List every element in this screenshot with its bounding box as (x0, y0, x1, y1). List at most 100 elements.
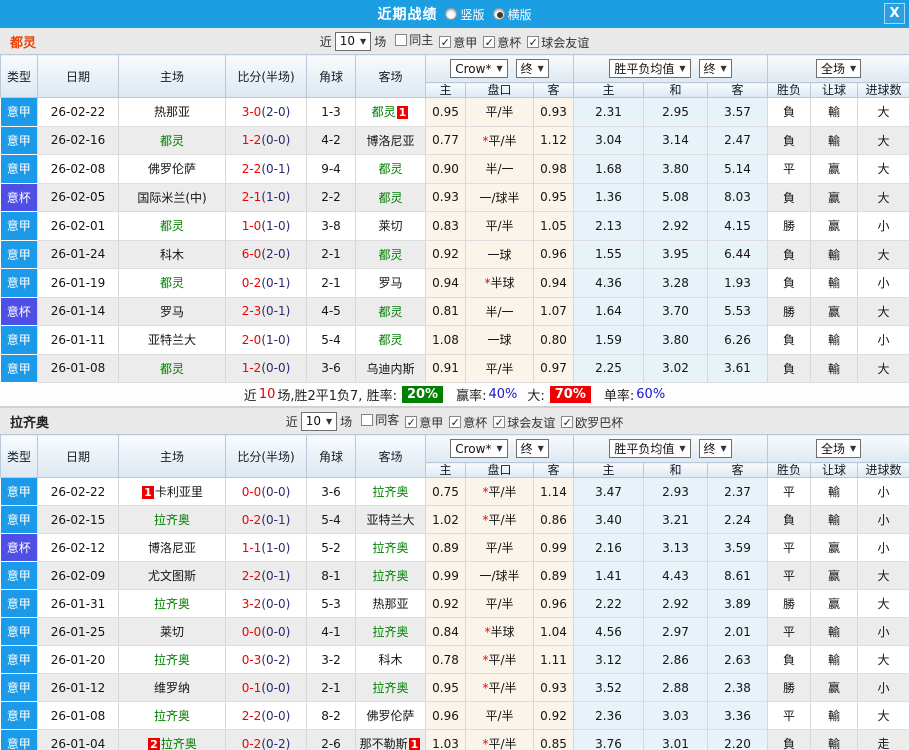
avg-final-select[interactable]: 终 ▼ (698, 439, 732, 458)
team-name-text: 亚特兰大 (147, 333, 196, 348)
date-cell: 26-02-22 (37, 477, 119, 506)
checkbox-unchecked-icon[interactable] (395, 33, 408, 46)
date-cell: 26-02-12 (37, 533, 119, 562)
fulltime-score: 2-0 (241, 332, 262, 347)
checkbox-coppa-italia[interactable]: ✓ 意杯 (483, 34, 521, 51)
checkbox-coppa-italia[interactable]: ✓ 意杯 (449, 414, 487, 431)
handicap-result-cell: 赢 (810, 154, 859, 184)
close-icon: X (889, 6, 900, 21)
checkbox-serie-a[interactable]: ✓ 意甲 (439, 34, 477, 51)
date-cell: 26-01-20 (37, 645, 119, 674)
handicap-text: 平/半 (488, 485, 517, 499)
league-type-cell: 意甲 (0, 354, 38, 383)
score-cell: 2-2(0-0) (225, 701, 307, 730)
goals-result-cell: 小 (857, 268, 909, 298)
handicap-cell: *平/半 (465, 673, 534, 702)
corners-cell: 3-6 (306, 477, 356, 506)
handicap-text: 一球 (487, 333, 512, 348)
fulltime-score: 2-2 (241, 161, 262, 176)
match-row: 意甲 26-01-11 亚特兰大 2-0(1-0) 5-4 都灵 1.08 一球 0.80 1.5… (0, 325, 909, 355)
avg-win-cell: 3.76 (573, 729, 645, 750)
handicap-text: 平/半 (488, 653, 517, 667)
odds-source-select[interactable]: Crow* ▼ (450, 439, 508, 458)
team-name-text: 都灵 (159, 361, 184, 376)
col-result: 胜负 (767, 82, 812, 98)
recent-games-select[interactable]: 10 ▼ (300, 411, 338, 431)
avg-source-select[interactable]: 胜平负均值 ▼ (609, 59, 691, 78)
score-cell: 0-2(0-2) (225, 729, 307, 750)
col-score: 比分(半场) (225, 54, 307, 98)
team-name-text: 热那亚 (372, 597, 409, 611)
odds-final-select[interactable]: 终 ▼ (515, 59, 549, 78)
team-name-text: 尤文图斯 (147, 569, 196, 583)
checkbox-club-friendly[interactable]: ✓ 球会友谊 (493, 414, 555, 431)
handicap-cell: 半/一 (465, 154, 534, 184)
score-cell: 2-2(0-1) (225, 154, 307, 184)
odds-group-header: Crow* ▼ 终 ▼ (424, 434, 575, 463)
avg-final-select[interactable]: 终 ▼ (698, 59, 732, 78)
checkbox-serie-a[interactable]: ✓ 意甲 (405, 414, 443, 431)
chevron-down-icon: ▼ (679, 64, 686, 73)
checkbox-checked-icon[interactable]: ✓ (439, 36, 452, 49)
handicap-cell: 平/半 (465, 97, 534, 127)
team-name-text: 拉齐奥 (153, 653, 190, 667)
home-odds-cell: 0.96 (425, 701, 466, 730)
corners-cell: 4-2 (306, 126, 356, 155)
checkbox-checked-icon[interactable]: ✓ (483, 36, 496, 49)
checkbox-checked-icon[interactable]: ✓ (449, 416, 462, 429)
handicap-result-cell: 赢 (810, 533, 859, 562)
handicap-text: 平/半 (485, 541, 514, 555)
match-row: 意甲 26-02-16 都灵 1-2(0-0) 4-2 博洛尼亚 0.77 *平/半 1.12 3… (0, 126, 909, 155)
checkbox-checked-icon[interactable]: ✓ (527, 36, 540, 49)
match-row: 意甲 26-01-08 都灵 1-2(0-0) 3-6 乌迪内斯 0.91 平/半 0.97 2.… (0, 354, 909, 383)
team-name-torino: 都灵 (10, 35, 37, 51)
team-name-text: 热那亚 (153, 105, 190, 120)
radio-vertical-layout[interactable]: 竖版 (445, 6, 485, 23)
checkbox-same-away[interactable]: 同客 (361, 411, 399, 428)
halftime-score: (0-0) (261, 133, 291, 148)
close-button[interactable]: X (884, 3, 905, 24)
radio-button-icon[interactable] (445, 8, 458, 20)
checkbox-unchecked-icon[interactable] (361, 413, 374, 426)
col-avg-lose: 客 (707, 462, 769, 478)
checkbox-checked-icon[interactable]: ✓ (561, 416, 574, 429)
chevron-down-icon: ▼ (720, 64, 727, 73)
team-name-text: 拉齐奥 (153, 597, 190, 611)
radio-vertical-label: 竖版 (460, 7, 485, 22)
radio-horizontal-layout[interactable]: 横版 (492, 6, 532, 23)
halftime-score: (1-0) (261, 218, 291, 233)
checkbox-club-friendly[interactable]: ✓ 球会友谊 (527, 34, 589, 51)
odds-source-select[interactable]: Crow* ▼ (450, 59, 508, 78)
home-team-cell: 都灵 (118, 211, 226, 241)
date-cell: 26-01-08 (37, 701, 119, 730)
away-team-cell: 亚特兰大 (355, 505, 426, 534)
scope-select[interactable]: 全场 ▼ (815, 59, 862, 78)
home-team-cell: 莱切 (118, 617, 226, 646)
checkbox-checked-icon[interactable]: ✓ (493, 416, 506, 429)
league-type-cell: 意甲 (0, 126, 38, 155)
corners-cell: 5-2 (306, 533, 356, 562)
handicap-text: 平/半 (485, 219, 514, 234)
checkbox-same-home[interactable]: 同主 (395, 31, 433, 48)
chevron-down-icon: ▼ (537, 444, 544, 453)
avg-source-select[interactable]: 胜平负均值 ▼ (609, 439, 691, 458)
chevron-down-icon: ▼ (496, 444, 503, 453)
avg-lose-cell: 8.61 (707, 561, 769, 590)
col-away: 客场 (355, 54, 426, 98)
radio-button-icon[interactable] (492, 8, 505, 20)
fulltime-score: 0-2 (241, 736, 262, 750)
avg-draw-cell: 3.80 (643, 325, 709, 355)
checkbox-checked-icon[interactable]: ✓ (405, 416, 418, 429)
checkbox-europa-league[interactable]: ✓ 欧罗巴杯 (561, 414, 623, 431)
col-avg-lose: 客 (707, 82, 769, 98)
home-odds-cell: 0.75 (425, 477, 466, 506)
corners-cell: 2-1 (306, 268, 356, 298)
odds-final-select[interactable]: 终 ▼ (515, 439, 549, 458)
scope-select[interactable]: 全场 ▼ (815, 439, 862, 458)
match-row: 意甲 26-02-22 1 卡利亚里 0-0(0-0) 3-6 拉齐奥 0.75 *平/半 1.1… (0, 477, 909, 506)
col-score: 比分(半场) (225, 434, 307, 478)
recent-games-select[interactable]: 10 ▼ (334, 31, 372, 51)
fulltime-score: 1-2 (241, 133, 262, 148)
goals-result-cell: 小 (857, 533, 909, 562)
filter-row: 拉齐奥 近 10 ▼ 场 同客 ✓ 意甲 ✓ 意杯 ✓ 球会友谊 ✓ 欧罗巴杯 (0, 407, 909, 434)
